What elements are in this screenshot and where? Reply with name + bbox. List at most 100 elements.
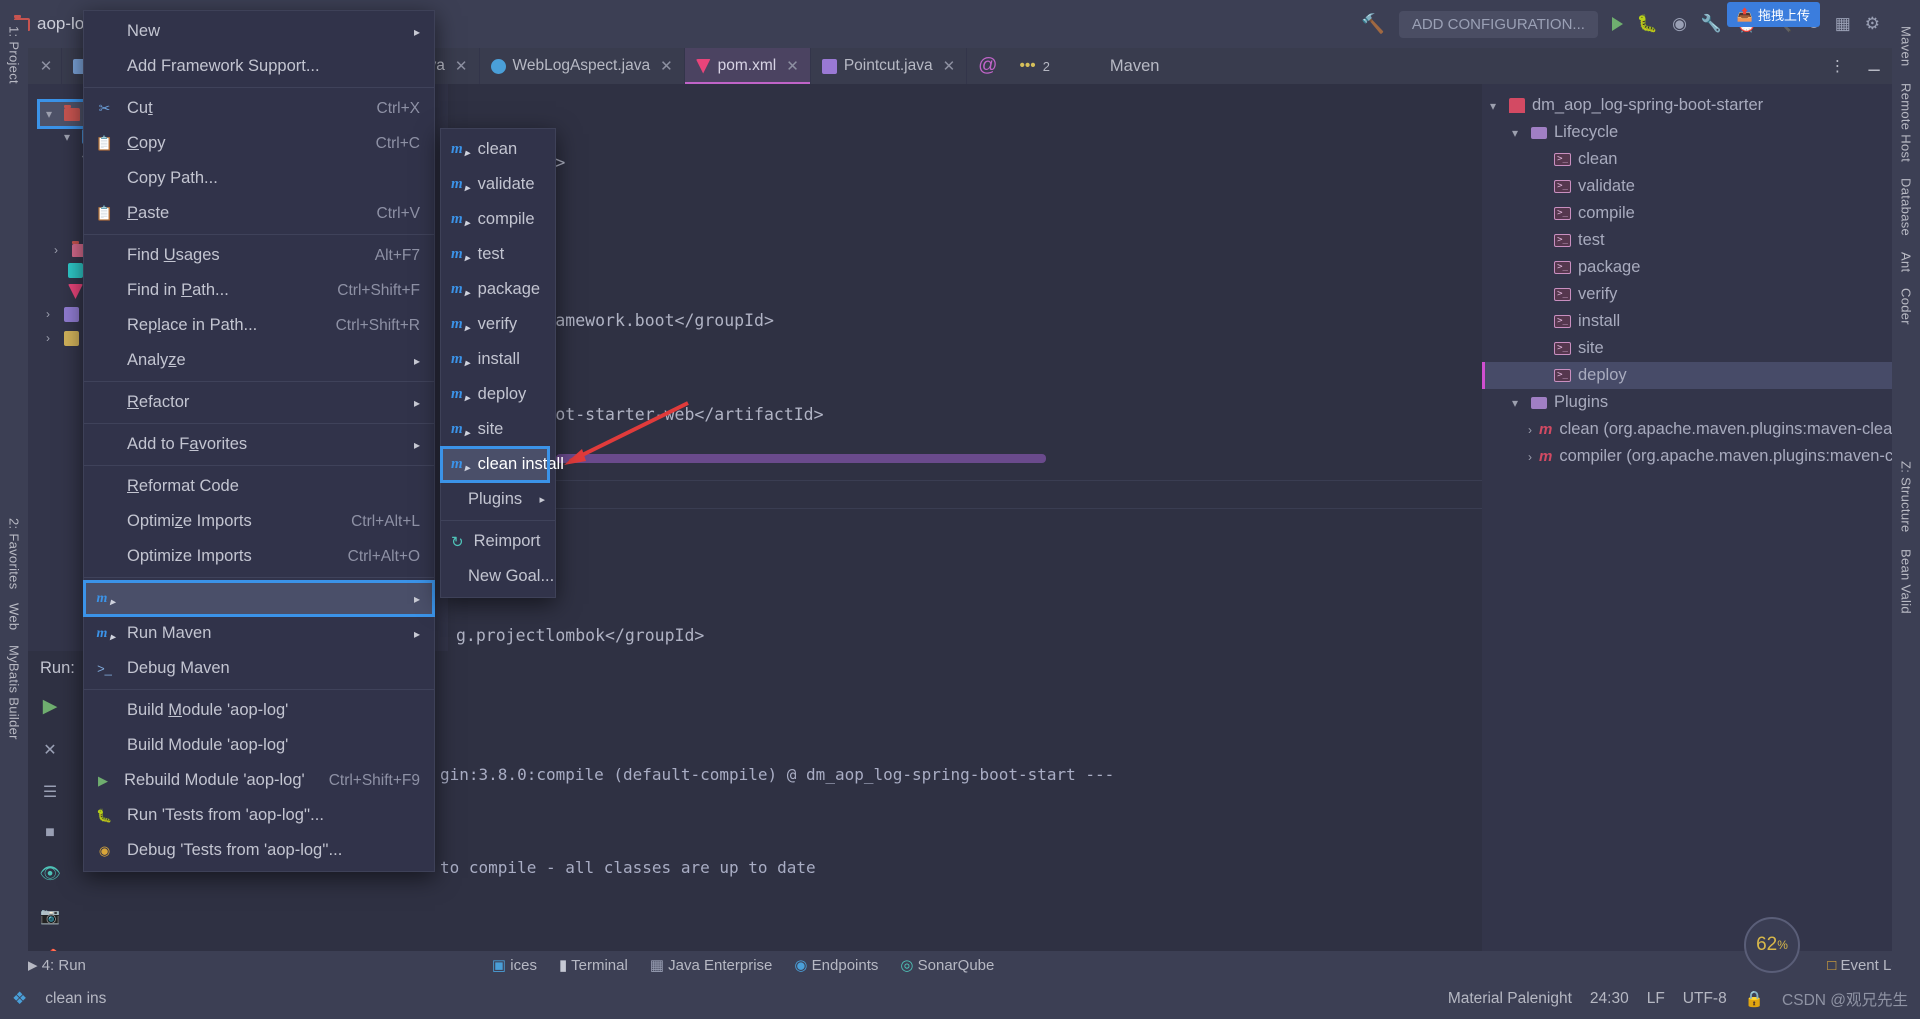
chevron-right-icon[interactable]: › — [1528, 450, 1532, 464]
menu-item-build-module[interactable]: Build Module 'aop-log' — [84, 693, 434, 728]
menu-item-debug-tests[interactable]: 🐛 Run 'Tests from 'aop-log''... — [84, 798, 434, 833]
menu-item-find-in-path[interactable]: Find in Path... Ctrl+Shift+F — [84, 273, 434, 308]
chevron-down-icon[interactable]: ▾ — [64, 130, 76, 144]
maven-goal-verify[interactable]: >_ verify — [1482, 281, 1892, 308]
chevron-right-icon[interactable]: › — [46, 307, 58, 321]
file-encoding[interactable]: UTF-8 — [1683, 990, 1727, 1008]
menu-item-cut[interactable]: ✂ Cut Ctrl+X — [84, 91, 434, 126]
menu-item-copy[interactable]: 📋 Copy Ctrl+C — [84, 126, 434, 161]
rail-item-coder[interactable]: Coder — [1899, 288, 1914, 325]
menu-item-reformat-code[interactable]: Reformat Code — [84, 469, 434, 504]
menu-item-replace-in-path[interactable]: Replace in Path... Ctrl+Shift+R — [84, 308, 434, 343]
build-tools-icon[interactable]: 🔨 — [1361, 12, 1385, 36]
menu-item-run-tests[interactable]: ▶ Rebuild Module 'aop-log' Ctrl+Shift+F9 — [84, 763, 434, 798]
run-with-coverage-icon[interactable]: ◉ — [1672, 14, 1687, 34]
menu-item-analyze[interactable]: Analyze ▸ — [84, 343, 434, 378]
rail-item-database[interactable]: Database — [1899, 178, 1914, 236]
menu-item-copy-path[interactable]: Copy Path... — [84, 161, 434, 196]
close-icon[interactable]: ✕ — [786, 57, 799, 75]
bottom-tool-endpoints[interactable]: ◉ Endpoints — [794, 956, 878, 974]
menu-item-run-tests-with-coverage[interactable]: ◉ Debug 'Tests from 'aop-log''... — [84, 833, 434, 868]
status-bar-hamburger-icon[interactable]: ❖ — [12, 989, 27, 1009]
chevron-down-icon[interactable]: ▾ — [1512, 396, 1524, 410]
submenu-item-clean-install[interactable]: m clean install — [440, 446, 564, 483]
maven-tree-row-lifecycle[interactable]: ▾ Lifecycle — [1482, 119, 1892, 146]
maven-goal-clean[interactable]: >_ clean — [1482, 146, 1892, 173]
layout-icon[interactable]: ▦ — [1835, 14, 1851, 34]
scroll-to-end-icon[interactable]: 👁 — [39, 864, 61, 884]
chevron-right-icon[interactable]: › — [1528, 423, 1532, 437]
submenu-item-site[interactable]: m site — [441, 412, 555, 447]
caret-position[interactable]: 24:30 — [1590, 990, 1629, 1008]
rail-item-maven[interactable]: Maven — [1899, 26, 1914, 67]
rail-item-remote-host[interactable]: Remote Host — [1899, 83, 1914, 162]
rail-item-structure[interactable]: Z: Structure — [1899, 461, 1914, 533]
status-theme-label[interactable]: Material Palenight — [1448, 990, 1572, 1008]
more-options-icon[interactable]: ⋮ — [1830, 57, 1846, 76]
bottom-tool-terminal[interactable]: ▮ Terminal — [559, 956, 628, 974]
submenu-item-install[interactable]: m install — [441, 342, 555, 377]
build-icon[interactable]: 🔧 — [1701, 14, 1722, 34]
menu-item-open-terminal-maven-path[interactable]: >_ Debug Maven — [84, 651, 434, 686]
rail-item-project[interactable]: 1: Project — [7, 26, 22, 84]
settings-gear-icon[interactable]: ⚙ — [1865, 14, 1880, 34]
more-tabs-icon[interactable]: ••• — [1019, 57, 1035, 75]
menu-item-add-framework-support[interactable]: Add Framework Support... — [84, 49, 434, 84]
maven-tree-row-project[interactable]: ▾ dm_aop_log-spring-boot-starter — [1482, 92, 1892, 119]
lock-icon[interactable]: 🔒 — [1745, 990, 1764, 1009]
zoom-indicator[interactable]: 62% — [1744, 917, 1800, 973]
rail-item-favorites[interactable]: 2: Favorites — [7, 518, 22, 590]
maven-goal-compile[interactable]: >_ compile — [1482, 200, 1892, 227]
rail-item-ant[interactable]: Ant — [1899, 252, 1914, 272]
maven-goal-validate[interactable]: >_ validate — [1482, 173, 1892, 200]
submenu-item-validate[interactable]: m validate — [441, 167, 555, 202]
maven-goal-install[interactable]: >_ install — [1482, 308, 1892, 335]
submenu-item-verify[interactable]: m verify — [441, 307, 555, 342]
menu-item-add-to-favorites[interactable]: Add to Favorites ▸ — [84, 427, 434, 462]
submenu-item-plugins[interactable]: Plugins ▸ — [441, 482, 555, 517]
menu-item-rebuild-module[interactable]: Build Module 'aop-log' — [84, 728, 434, 763]
submenu-item-package[interactable]: m package — [441, 272, 555, 307]
menu-item-find-usages[interactable]: Find Usages Alt+F7 — [84, 238, 434, 273]
tab-pom-xml[interactable]: pom.xml ✕ — [684, 48, 811, 84]
minimize-icon[interactable]: ⚊ — [1867, 57, 1881, 76]
chevron-down-icon[interactable]: ▾ — [1490, 99, 1502, 113]
maven-goal-deploy[interactable]: >_ deploy — [1482, 362, 1892, 389]
maven-goal-site[interactable]: >_ site — [1482, 335, 1892, 362]
submenu-item-test[interactable]: m test — [441, 237, 555, 272]
upload-badge[interactable]: 📤 拖拽上传 — [1726, 2, 1820, 27]
run-tab-button[interactable]: ▶ 4: Run — [26, 956, 86, 974]
add-configuration-button[interactable]: ADD CONFIGURATION... — [1398, 10, 1598, 38]
tab-weblogaspect-java[interactable]: WebLogAspect.java ✕ — [480, 48, 685, 84]
close-icon[interactable]: ✕ — [40, 57, 53, 75]
maven-tree-row-plugins[interactable]: ▾ Plugins — [1482, 389, 1892, 416]
stop-icon[interactable]: ✕ — [43, 740, 56, 760]
run-icon[interactable] — [1611, 17, 1623, 31]
close-icon[interactable]: ✕ — [660, 57, 673, 75]
tab-annotation[interactable]: @ — [967, 48, 1008, 84]
submenu-item-reimport[interactable]: ↻ Reimport — [441, 524, 555, 559]
debug-icon[interactable]: 🐛 — [1637, 14, 1658, 34]
submenu-item-compile[interactable]: m compile — [441, 202, 555, 237]
hide-panel-button[interactable]: ⚊ — [1856, 48, 1892, 84]
submenu-item-new-goal[interactable]: New Goal... — [441, 559, 555, 594]
close-icon[interactable]: ✕ — [455, 57, 468, 75]
chevron-down-icon[interactable]: ▾ — [1512, 126, 1524, 140]
menu-item-run-maven[interactable]: m ▸ — [83, 580, 435, 617]
soft-wrap-icon[interactable]: ■ — [45, 824, 55, 842]
bottom-tool-services[interactable]: ▣ ices — [492, 956, 537, 974]
bottom-tool-sonarqube[interactable]: ◎ SonarQube — [900, 956, 994, 974]
filter-icon[interactable]: ☰ — [43, 782, 57, 802]
rerun-icon[interactable]: ▶ — [43, 695, 58, 718]
editor-options[interactable]: ⋮ — [1819, 48, 1857, 84]
maven-plugin-clean[interactable]: › m clean (org.apache.maven.plugins:mave… — [1482, 416, 1892, 443]
submenu-item-clean[interactable]: m clean — [441, 132, 555, 167]
line-separator[interactable]: LF — [1647, 990, 1665, 1008]
close-icon[interactable]: ✕ — [943, 57, 956, 75]
chevron-down-icon[interactable]: ▾ — [46, 107, 58, 121]
maven-goal-package[interactable]: >_ package — [1482, 254, 1892, 281]
submenu-item-deploy[interactable]: m deploy — [441, 377, 555, 412]
rail-item-web[interactable]: Web — [7, 603, 22, 630]
tab-pointcut-java[interactable]: Pointcut.java ✕ — [811, 48, 968, 84]
print-icon[interactable]: 📷 — [40, 906, 60, 926]
